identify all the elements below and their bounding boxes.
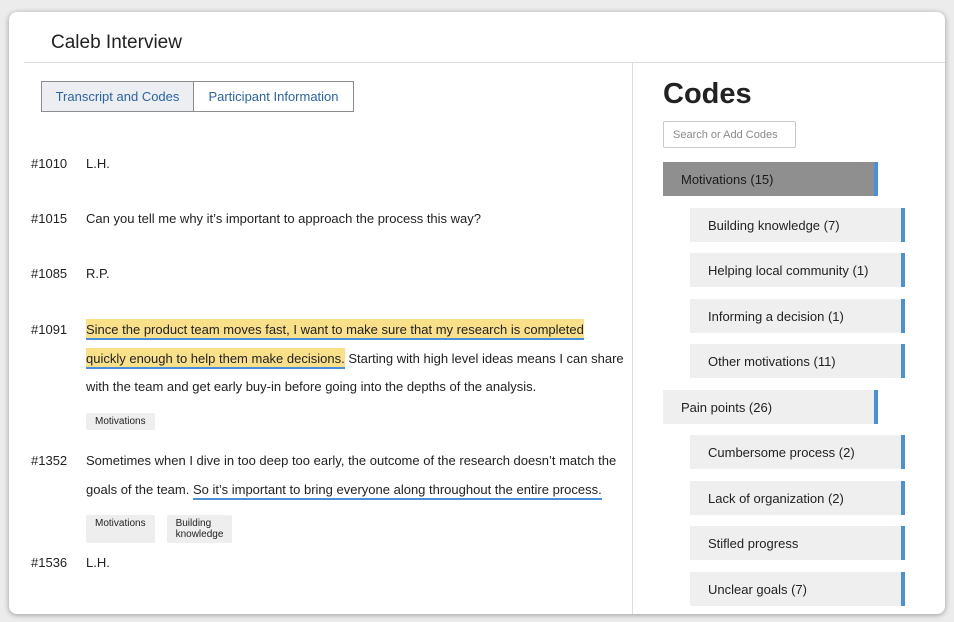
row-number: #1085 — [31, 266, 68, 281]
row-number: #1536 — [31, 555, 68, 570]
code-item[interactable]: Stifled progress — [690, 526, 905, 560]
row-number: #1015 — [31, 211, 68, 226]
code-group-motivations[interactable]: Motivations (15) — [663, 162, 878, 196]
header-divider — [24, 62, 945, 63]
code-search-input[interactable] — [663, 121, 796, 148]
row-text: Since the product team moves fast, I wan… — [86, 316, 626, 402]
row-text: R.P. — [86, 266, 110, 281]
page-title: Caleb Interview — [51, 32, 182, 53]
row-text: L.H. — [86, 156, 110, 171]
code-group-pain-points[interactable]: Pain points (26) — [663, 390, 878, 424]
codes-heading: Codes — [663, 78, 752, 110]
code-item[interactable]: Building knowledge (7) — [690, 208, 905, 242]
code-tags: Motivations — [86, 413, 155, 430]
panel-divider — [632, 63, 633, 614]
code-item[interactable]: Informing a decision (1) — [690, 299, 905, 333]
code-item[interactable]: Cumbersome process (2) — [690, 435, 905, 469]
row-text: Can you tell me why it’s important to ap… — [86, 211, 482, 226]
row-text: Sometimes when I dive in too deep too ea… — [86, 447, 626, 504]
row-number: #1091 — [31, 322, 68, 337]
code-tag-motivations[interactable]: Motivations — [86, 413, 155, 430]
app-window: Caleb Interview Transcript and Codes Par… — [9, 12, 945, 614]
code-tags: Motivations Building knowledge — [86, 515, 233, 543]
tab-participant-information[interactable]: Participant Information — [194, 81, 354, 112]
underlined-quote[interactable]: So it’s important to bring everyone alon… — [192, 481, 602, 500]
tab-transcript-and-codes[interactable]: Transcript and Codes — [41, 81, 194, 112]
row-number: #1010 — [31, 156, 68, 171]
code-item[interactable]: Other motivations (11) — [690, 344, 905, 378]
tab-bar: Transcript and Codes Participant Informa… — [41, 81, 354, 112]
code-item[interactable]: Lack of organization (2) — [690, 481, 905, 515]
row-text: L.H. — [86, 555, 110, 570]
row-number: #1352 — [31, 453, 68, 468]
code-item[interactable]: Helping local community (1) — [690, 253, 905, 287]
code-tag-building-knowledge[interactable]: Building knowledge — [166, 515, 233, 543]
code-item[interactable]: Unclear goals (7) — [690, 572, 905, 606]
code-tag-motivations[interactable]: Motivations — [86, 515, 155, 543]
